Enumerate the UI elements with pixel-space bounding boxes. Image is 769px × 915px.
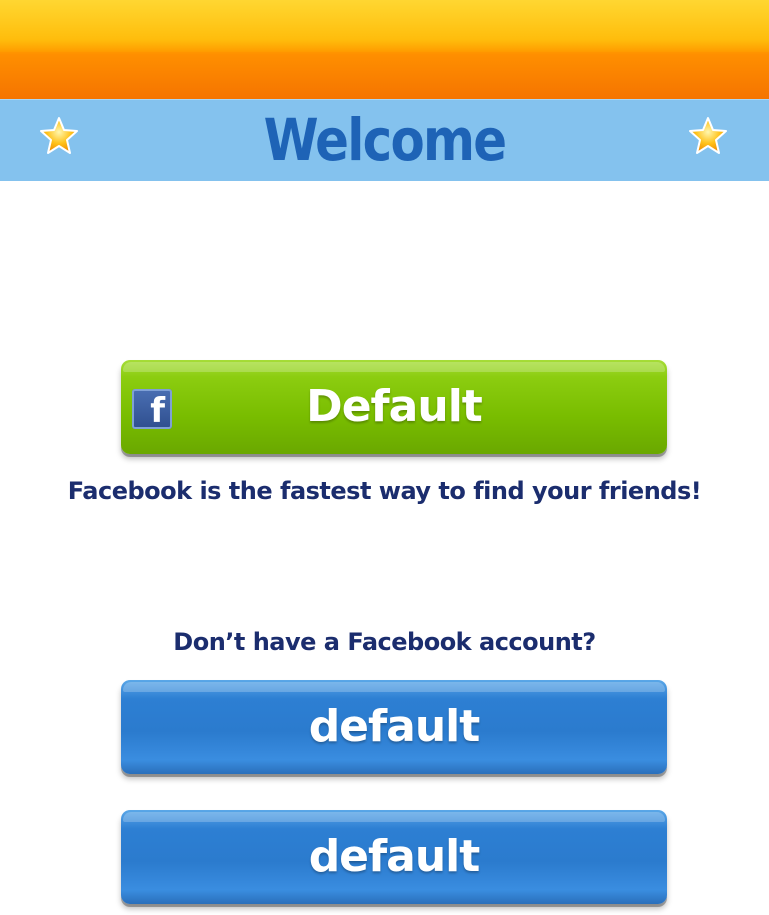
- default-button-1[interactable]: default: [121, 680, 667, 774]
- facebook-login-button[interactable]: f Default: [121, 360, 667, 454]
- default-button-2[interactable]: default: [121, 810, 667, 904]
- facebook-caption: Facebook is the fastest way to find your…: [67, 477, 702, 505]
- top-bar: [0, 0, 769, 99]
- default-button-1-label: default: [308, 701, 481, 752]
- no-account-caption: Don’t have a Facebook account?: [173, 628, 596, 656]
- welcome-screen: Welcome f Default Facebook is the fastes…: [0, 0, 769, 915]
- top-bar-gloss: [0, 0, 769, 52]
- header: Welcome: [0, 99, 769, 181]
- facebook-login-button-label: Default: [306, 381, 483, 432]
- page-title: Welcome: [263, 106, 508, 174]
- default-button-2-label: default: [308, 831, 481, 882]
- star-icon: [689, 117, 727, 154]
